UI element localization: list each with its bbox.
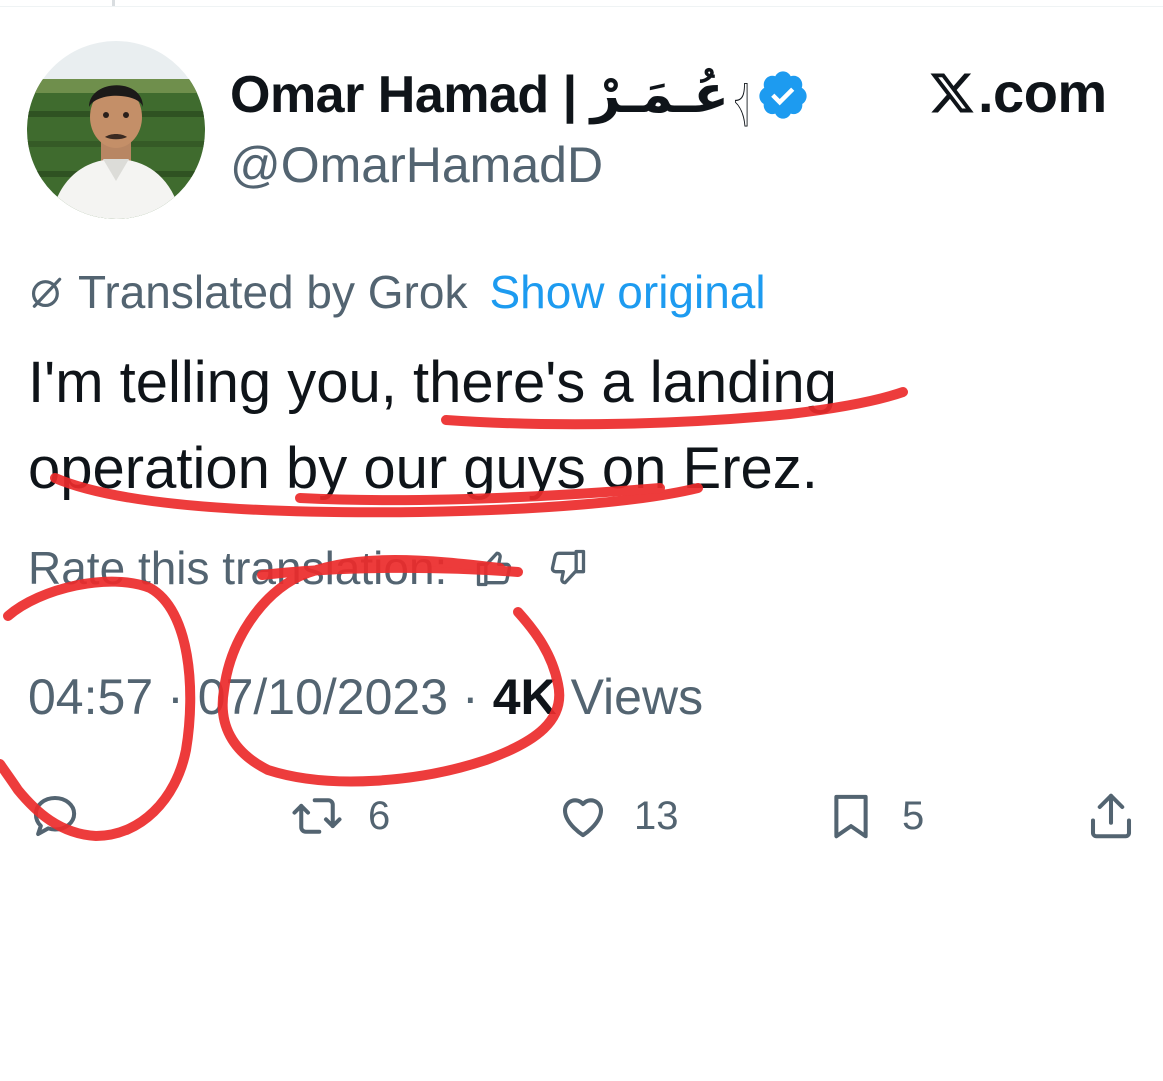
like-count: 13	[634, 793, 679, 838]
bookmark-button[interactable]: 5	[824, 788, 924, 844]
heart-icon	[562, 798, 604, 838]
avatar[interactable]	[27, 41, 205, 219]
reply-button[interactable]	[28, 788, 82, 844]
bookmark-count: 5	[902, 793, 925, 838]
thumbs-up-icon[interactable]	[473, 546, 517, 590]
display-name-row[interactable]: Omar Hamad | عُـمَـرْ 𓂆	[230, 60, 810, 130]
views-label: Views	[570, 669, 704, 725]
top-divider-notch	[112, 0, 115, 6]
like-button[interactable]: 13	[556, 788, 679, 844]
tweet-date[interactable]: 07/10/2023	[198, 668, 448, 726]
flag-emoji: 𓂆	[732, 77, 750, 126]
translate-icon	[31, 277, 62, 308]
avatar-photo	[27, 41, 205, 219]
show-original-link[interactable]: Show original	[489, 265, 765, 319]
bookmark-icon	[834, 794, 868, 839]
rate-translation-label: Rate this translation:	[28, 542, 448, 594]
tweet-meta: 04:57 · 07/10/2023 · 4K Views	[28, 664, 703, 730]
site-watermark: .com	[928, 60, 1107, 125]
verified-badge-icon[interactable]	[756, 68, 810, 122]
user-handle[interactable]: @OmarHamadD	[230, 136, 603, 194]
display-name[interactable]: Omar Hamad | عُـمَـرْ	[230, 65, 729, 125]
retweet-button[interactable]: 6	[290, 788, 390, 844]
top-divider	[0, 0, 1163, 7]
rate-translation-row: Rate this translation:	[28, 536, 589, 600]
views-count: 4K	[492, 669, 557, 725]
x-logo-icon	[930, 73, 974, 112]
tweet-text: I'm telling you, there's a landing opera…	[28, 350, 837, 501]
tweet-time[interactable]: 04:57	[28, 668, 153, 726]
meta-separator: ·	[167, 669, 184, 725]
share-button[interactable]	[1084, 788, 1138, 844]
translated-by-label: Translated by Grok	[78, 266, 468, 318]
site-label-text: .com	[978, 61, 1107, 124]
reply-icon	[33, 795, 77, 837]
translation-notice: Translated by Grok Show original	[28, 262, 766, 322]
thumbs-down-icon[interactable]	[545, 546, 589, 590]
share-icon	[1090, 793, 1132, 839]
retweet-count: 6	[368, 793, 391, 838]
retweet-icon	[292, 798, 342, 834]
meta-separator: ·	[462, 669, 479, 725]
